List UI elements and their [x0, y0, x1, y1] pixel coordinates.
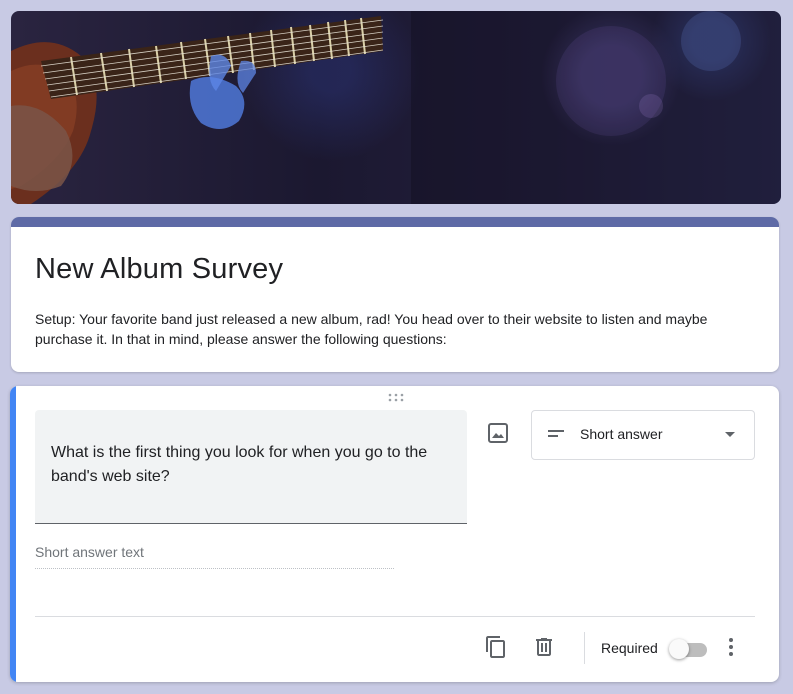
question-title-field[interactable]: What is the first thing you look for whe…	[35, 410, 467, 524]
form-description[interactable]: Setup: Your favorite band just released …	[35, 309, 755, 349]
form-title[interactable]: New Album Survey	[35, 253, 283, 286]
question-type-dropdown[interactable]: Short answer	[531, 410, 755, 460]
drag-handle-icon[interactable]	[386, 392, 406, 404]
copy-icon[interactable]	[484, 635, 508, 659]
toggle-thumb	[669, 639, 689, 659]
trash-icon[interactable]	[532, 635, 556, 659]
form-title-card[interactable]: New Album Survey Setup: Your favorite ba…	[11, 217, 779, 372]
question-type-label: Short answer	[580, 426, 663, 442]
question-card[interactable]: What is the first thing you look for whe…	[10, 386, 779, 682]
short-answer-icon	[548, 430, 564, 437]
question-title-text: What is the first thing you look for whe…	[51, 444, 428, 485]
required-label: Required	[601, 640, 658, 656]
short-answer-placeholder: Short answer text	[35, 544, 394, 569]
image-icon[interactable]	[486, 421, 510, 445]
footer-divider	[35, 616, 755, 617]
active-question-indicator	[10, 386, 16, 682]
more-vert-icon[interactable]	[719, 635, 743, 659]
dropdown-arrow-icon	[725, 432, 735, 437]
header-banner-image	[11, 11, 781, 204]
theme-accent-bar	[11, 217, 779, 227]
required-toggle[interactable]	[669, 638, 709, 660]
footer-separator	[584, 632, 585, 664]
